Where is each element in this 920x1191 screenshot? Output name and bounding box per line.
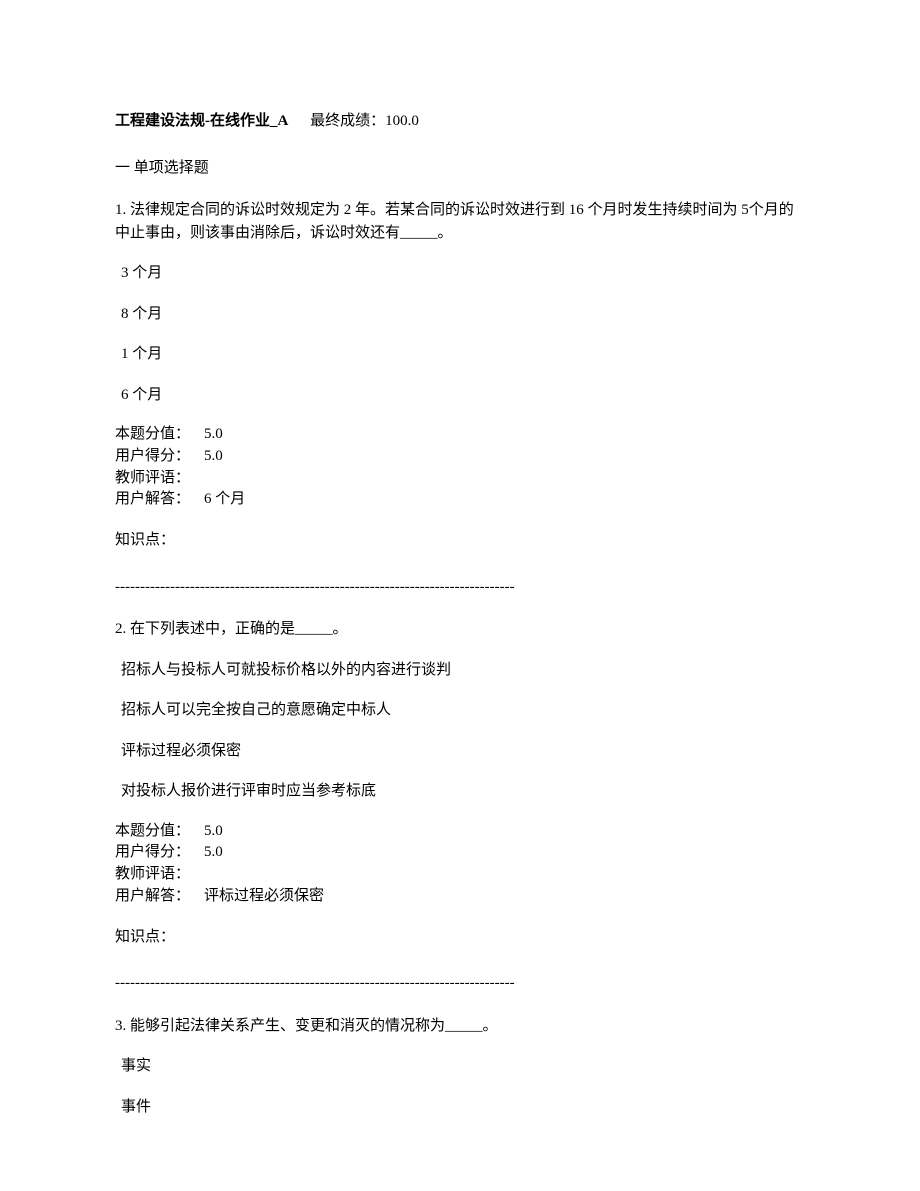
final-score-value: 100.0 xyxy=(385,113,419,129)
separator: ----------------------------------------… xyxy=(115,972,805,995)
option: 招标人与投标人可就投标价格以外的内容进行谈判 xyxy=(121,659,805,682)
question-text: 3. 能够引起法律关系产生、变更和消灭的情况称为_____。 xyxy=(115,1015,805,1038)
question-text: 1. 法律规定合同的诉讼时效规定为 2 年。若某合同的诉讼时效进行到 16 个月… xyxy=(115,199,805,244)
option: 招标人可以完全按自己的意愿确定中标人 xyxy=(121,699,805,722)
option: 8 个月 xyxy=(121,303,805,326)
document-header: 工程建设法规-在线作业_A 最终成绩：100.0 xyxy=(115,110,805,133)
teacher-label: 教师评语： xyxy=(115,864,190,886)
question-text: 2. 在下列表述中，正确的是_____。 xyxy=(115,618,805,641)
answer-row: 用户解答： 评标过程必须保密 xyxy=(115,886,805,908)
knowledge-point: 知识点： xyxy=(115,529,805,552)
separator: ----------------------------------------… xyxy=(115,576,805,599)
teacher-row: 教师评语： xyxy=(115,468,805,490)
teacher-row: 教师评语： xyxy=(115,864,805,886)
score-label: 本题分值： xyxy=(115,821,190,843)
options-list: 事实 事件 xyxy=(115,1055,805,1118)
section-title: 一 单项选择题 xyxy=(115,157,805,180)
user-score-value: 5.0 xyxy=(204,844,223,860)
option: 评标过程必须保密 xyxy=(121,740,805,763)
answer-value: 6 个月 xyxy=(204,491,245,507)
option: 3 个月 xyxy=(121,262,805,285)
option: 事件 xyxy=(121,1096,805,1119)
option: 事实 xyxy=(121,1055,805,1078)
document-title: 工程建设法规-在线作业_A xyxy=(115,113,288,129)
teacher-label: 教师评语： xyxy=(115,468,190,490)
user-score-label: 用户得分： xyxy=(115,446,190,468)
knowledge-point: 知识点： xyxy=(115,926,805,949)
score-value: 5.0 xyxy=(204,426,223,442)
final-score-label: 最终成绩： xyxy=(310,113,385,129)
answer-label: 用户解答： xyxy=(115,886,190,908)
user-score-label: 用户得分： xyxy=(115,842,190,864)
score-value: 5.0 xyxy=(204,823,223,839)
answer-value: 评标过程必须保密 xyxy=(204,888,324,904)
options-list: 3 个月 8 个月 1 个月 6 个月 xyxy=(115,262,805,406)
answer-label: 用户解答： xyxy=(115,489,190,511)
options-list: 招标人与投标人可就投标价格以外的内容进行谈判 招标人可以完全按自己的意愿确定中标… xyxy=(115,659,805,803)
option: 对投标人报价进行评审时应当参考标底 xyxy=(121,780,805,803)
option: 6 个月 xyxy=(121,384,805,407)
option: 1 个月 xyxy=(121,343,805,366)
user-score-value: 5.0 xyxy=(204,448,223,464)
answer-row: 用户解答： 6 个月 xyxy=(115,489,805,511)
user-score-row: 用户得分： 5.0 xyxy=(115,446,805,468)
score-row: 本题分值： 5.0 xyxy=(115,424,805,446)
user-score-row: 用户得分： 5.0 xyxy=(115,842,805,864)
score-label: 本题分值： xyxy=(115,424,190,446)
score-row: 本题分值： 5.0 xyxy=(115,821,805,843)
